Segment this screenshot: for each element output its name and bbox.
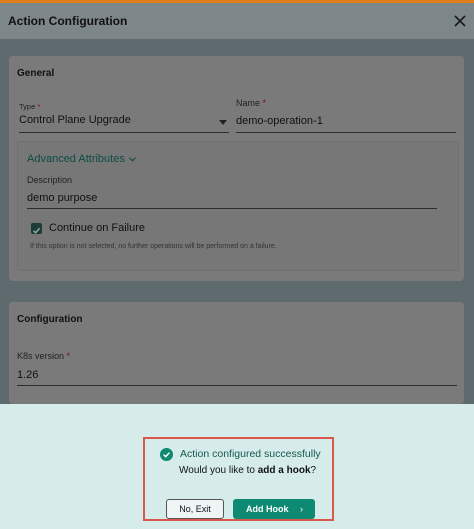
k8s-version-underline bbox=[17, 385, 457, 386]
description-underline bbox=[27, 208, 437, 209]
type-value: Control Plane Upgrade bbox=[19, 114, 131, 126]
chevron-right-icon: › bbox=[300, 504, 303, 514]
advanced-attributes-toggle[interactable]: Advanced Attributes bbox=[27, 153, 147, 167]
add-hook-button[interactable]: Add Hook › bbox=[233, 499, 315, 519]
continue-on-failure-checkbox[interactable] bbox=[31, 223, 42, 234]
name-input[interactable]: demo-operation-1 bbox=[236, 115, 323, 127]
type-select[interactable]: Control Plane Upgrade bbox=[19, 112, 229, 132]
chevron-down-icon bbox=[219, 120, 227, 125]
advanced-attributes-section: Advanced Attributes Description demo pur… bbox=[17, 141, 459, 271]
configuration-panel: Configuration K8s version * 1.26 bbox=[9, 302, 464, 404]
page-title: Action Configuration bbox=[8, 14, 128, 28]
general-heading: General bbox=[17, 68, 55, 79]
configuration-heading: Configuration bbox=[17, 314, 83, 325]
success-message: Action configured successfully bbox=[180, 448, 321, 460]
check-circle-icon bbox=[160, 448, 173, 461]
type-underline bbox=[19, 132, 229, 133]
title-bar: Action Configuration bbox=[0, 3, 474, 39]
continue-on-failure-label: Continue on Failure bbox=[49, 222, 146, 234]
no-exit-button[interactable]: No, Exit bbox=[166, 499, 224, 519]
add-hook-question: Would you like to add a hook? bbox=[179, 465, 317, 476]
type-label: Type * bbox=[19, 102, 41, 111]
general-panel: General Type * Control Plane Upgrade Nam… bbox=[9, 56, 464, 281]
description-input[interactable]: demo purpose bbox=[27, 192, 97, 204]
k8s-version-input[interactable]: 1.26 bbox=[17, 369, 38, 381]
continue-on-failure-hint: If this option is not selected, no furth… bbox=[30, 243, 277, 250]
k8s-version-label: K8s version * bbox=[17, 351, 71, 361]
chevron-down-icon bbox=[129, 157, 136, 162]
checkmark-icon bbox=[32, 227, 41, 234]
advanced-attributes-label: Advanced Attributes bbox=[27, 153, 125, 165]
name-underline bbox=[236, 132, 456, 133]
name-label: Name * bbox=[236, 98, 267, 108]
success-dialog: Action configured successfully Would you… bbox=[143, 437, 334, 521]
description-label: Description bbox=[27, 175, 73, 185]
add-hook-label: Add Hook bbox=[246, 504, 289, 514]
close-icon[interactable] bbox=[454, 15, 466, 27]
